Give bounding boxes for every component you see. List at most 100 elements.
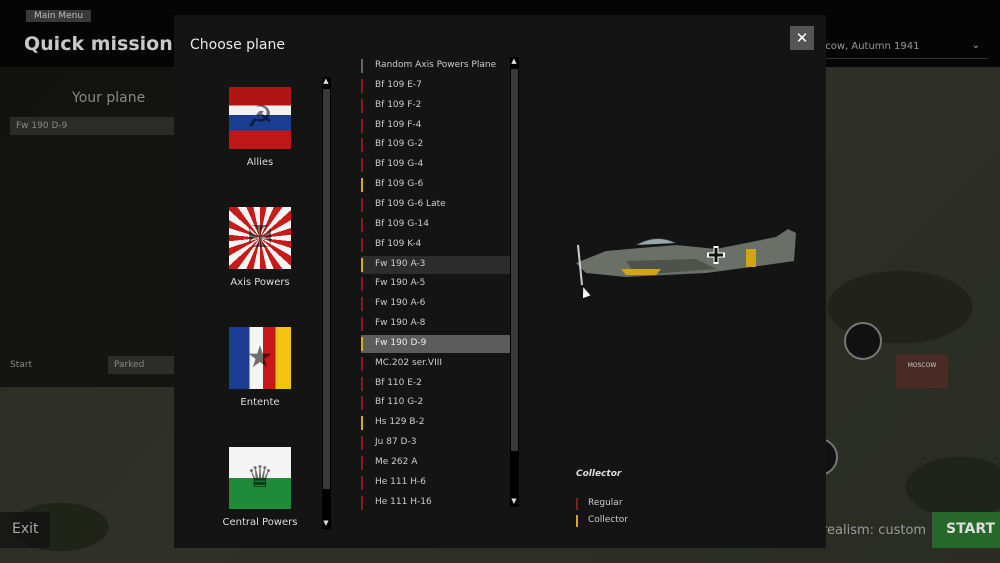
plane-list-item[interactable]: Bf 109 G-14 [361,216,510,234]
plane-label: Hs 129 B-2 [375,417,425,428]
plane-list-item[interactable]: Bf 110 E-2 [361,375,510,393]
plane-label: Bf 109 F-2 [375,99,422,110]
plane-list-item[interactable]: Bf 110 G-2 [361,394,510,412]
regular-marker [361,197,363,212]
start-select[interactable]: Parked [108,356,178,374]
plane-list-item[interactable]: He 111 H-16 [361,494,510,512]
faction-scrollbar[interactable]: ▲ ▼ [322,77,331,529]
faction-entente[interactable]: ★ Entente [190,327,330,408]
plane-list-item[interactable]: Bf 109 G-4 [361,156,510,174]
plane-list-item[interactable]: Bf 109 G-6 [361,176,510,194]
plane-label: He 111 H-16 [375,496,432,507]
scroll-down-icon[interactable]: ▼ [322,519,330,528]
airfield-marker[interactable] [844,322,882,360]
plane-label: Bf 109 K-4 [375,238,422,249]
plane-list-item[interactable]: Hs 129 B-2 [361,414,510,432]
regular-marker [361,98,363,113]
scroll-up-icon[interactable]: ▲ [510,57,518,66]
main-menu-button[interactable]: Main Menu [26,10,92,22]
plane-label: Bf 109 G-6 Late [375,198,446,209]
regular-marker [361,118,363,133]
regular-marker [361,356,363,371]
regular-marker [361,456,363,470]
close-button[interactable]: ✕ [790,26,814,50]
your-plane-panel [0,67,180,387]
plane-field[interactable]: Fw 190 D-9 [10,117,180,135]
scroll-up-icon[interactable]: ▲ [322,77,330,86]
plane-list-item[interactable]: MC.202 ser.VIII [361,355,510,373]
collector-marker [576,515,578,527]
legend-collector: Collector [576,515,629,527]
plane-list-item[interactable]: Bf 109 G-2 [361,136,510,154]
plane-label: Bf 109 G-2 [375,139,424,150]
plane-list-item[interactable]: Bf 109 K-4 [361,236,510,254]
plane-scrollbar[interactable]: ▲ ▼ [510,57,519,507]
collector-marker [361,416,363,431]
plane-label: Bf 109 E-7 [375,79,422,90]
plane-list-item[interactable]: Fw 190 A-8 [361,315,510,333]
plane-label: MC.202 ser.VIII [375,357,443,368]
plane-label: Fw 190 A-3 [375,258,426,269]
plane-label: Bf 109 F-4 [375,119,422,130]
plane-list-item[interactable]: Fw 190 D-9 [361,334,510,353]
faction-label: Allies [246,157,274,168]
entente-flag-icon: ★ [229,327,291,389]
faction-label: Axis Powers [230,277,290,288]
plane-preview-image [576,229,796,286]
plane-list-item[interactable]: Ju 87 D-3 [361,434,510,452]
location-select[interactable]: scow, Autumn 1941 ⌄ [812,35,988,59]
regular-marker [361,376,363,391]
central-powers-flag-icon: ♛ [229,447,291,509]
regular-marker [361,138,363,153]
choose-plane-dialog: Choose plane ✕ ☭ Allies ✠ Axis Powers ★ … [174,15,826,548]
regular-marker [361,396,363,411]
allies-flag-icon: ☭ [229,87,291,149]
page-title: Quick mission [24,33,173,55]
plane-list-item[interactable]: Random Axis Powers Plane [361,57,510,75]
preview-category-title: Collector [576,469,622,479]
realism-label[interactable]: realism: custom [822,523,926,538]
faction-central-powers[interactable]: ♛ Central Powers [190,447,330,527]
regular-marker [361,237,363,252]
collector-marker [361,257,363,272]
close-icon: ✕ [795,29,809,47]
plane-list-item[interactable]: He 111 H-6 [361,474,510,492]
plane-list-item[interactable]: Fw 190 A-5 [361,275,510,293]
faction-allies[interactable]: ☭ Allies [190,87,330,168]
exit-button[interactable]: Exit [0,512,50,548]
random-marker [361,59,363,73]
start-button[interactable]: START [932,512,1000,548]
scroll-down-icon[interactable]: ▼ [510,497,518,506]
plane-label: Fw 190 A-5 [375,278,426,289]
plane-label: Bf 110 G-2 [375,397,424,408]
plane-list-item[interactable]: Fw 190 A-3 [361,255,510,274]
your-plane-heading: Your plane [72,90,146,106]
plane-scrollbar-thumb[interactable] [511,69,518,451]
legend-regular: Regular [576,498,623,510]
plane-label: Ju 87 D-3 [375,437,417,448]
collector-marker [361,336,363,351]
faction-axis-powers[interactable]: ✠ Axis Powers [190,207,330,288]
regular-marker [576,498,578,510]
regular-marker [361,277,363,292]
plane-list-item[interactable]: Bf 109 E-7 [361,77,510,95]
regular-marker [361,317,363,332]
plane-list-item[interactable]: Fw 190 A-6 [361,295,510,313]
legend-label: Regular [588,498,623,508]
plane-list-item[interactable]: Me 262 A [361,454,510,472]
collector-marker [361,178,363,193]
plane-list: Random Axis Powers Plane Bf 109 E-7 Bf 109… [361,57,510,517]
faction-scrollbar-thumb[interactable] [323,89,330,489]
start-label: Start [10,360,32,370]
legend-label: Collector [588,515,629,525]
regular-marker [361,297,363,312]
plane-label: Bf 109 G-4 [375,159,424,170]
plane-label: Random Axis Powers Plane [375,60,497,70]
plane-label: Bf 109 G-6 [375,179,424,190]
plane-list-item[interactable]: Bf 109 F-2 [361,97,510,115]
plane-list-item[interactable]: Bf 109 G-6 Late [361,196,510,214]
faction-list: ☭ Allies ✠ Axis Powers ★ Entente ♛ Centr… [190,77,330,527]
plane-list-item[interactable]: Bf 109 F-4 [361,117,510,135]
axis-flag-icon: ✠ [229,207,291,269]
regular-marker [361,436,363,451]
